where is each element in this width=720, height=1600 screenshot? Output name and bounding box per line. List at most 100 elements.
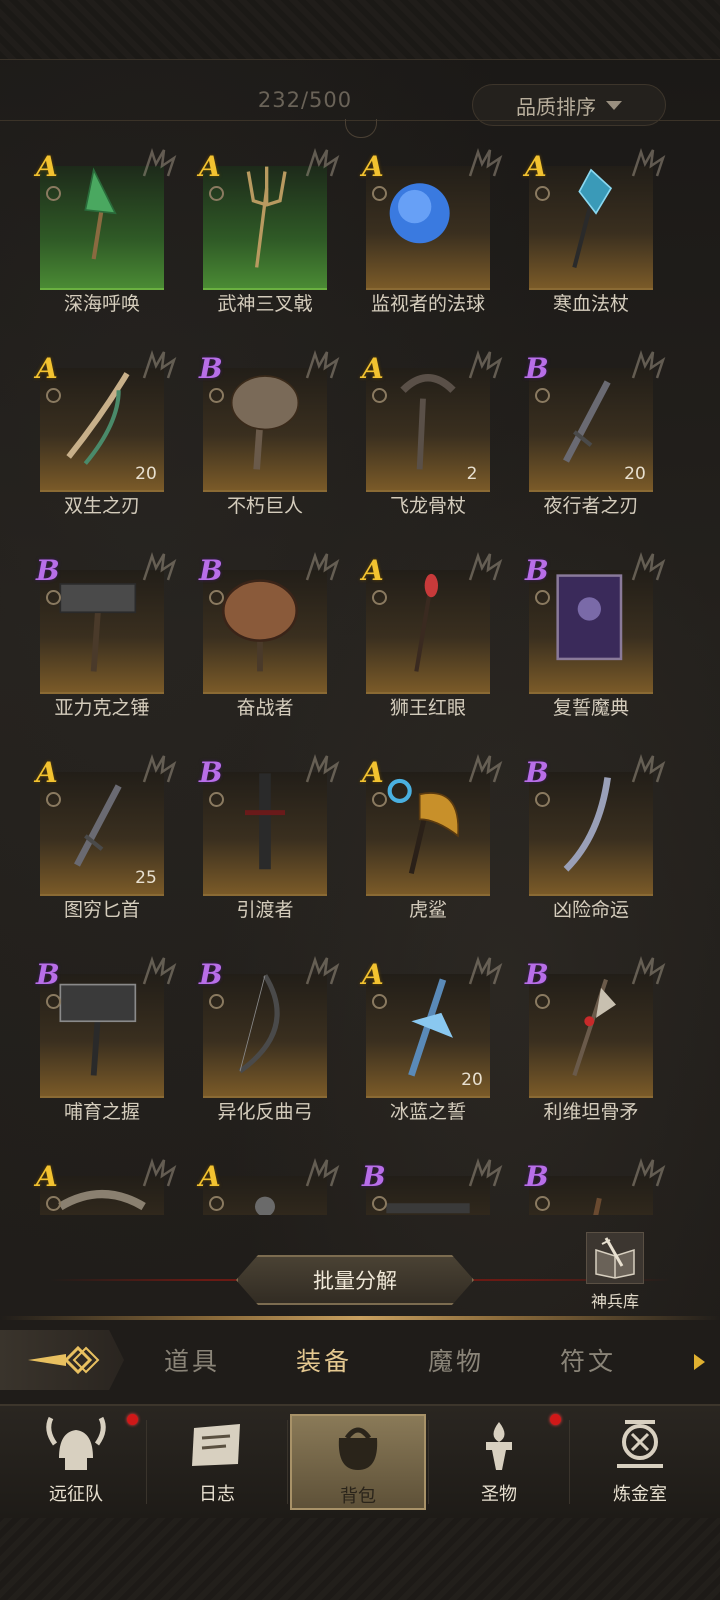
equipment-item[interactable]: B 奋战者 xyxy=(195,546,340,719)
equipment-item[interactable]: A 狮王红眼 xyxy=(358,546,503,719)
equipment-item[interactable]: A 20 冰蓝之誓 xyxy=(358,950,503,1123)
set-emblem-icon xyxy=(468,956,503,985)
grade-badge: B xyxy=(199,958,223,991)
equipment-item[interactable]: A 寒血法杖 xyxy=(521,142,666,315)
tab-next-arrow-icon[interactable] xyxy=(694,1354,705,1370)
lock-toggle-icon[interactable] xyxy=(209,1196,224,1211)
set-emblem-icon xyxy=(631,956,666,985)
lock-toggle-icon[interactable] xyxy=(372,1196,387,1211)
set-emblem-icon xyxy=(305,350,340,379)
lock-toggle-icon[interactable] xyxy=(209,590,224,605)
lock-toggle-icon[interactable] xyxy=(372,388,387,403)
lock-toggle-icon[interactable] xyxy=(535,590,550,605)
equipment-item[interactable]: B 亚力克之锤 xyxy=(32,546,177,719)
lock-toggle-icon[interactable] xyxy=(209,186,224,201)
equipment-item[interactable]: A 监视者的法球 xyxy=(358,142,503,315)
lock-toggle-icon[interactable] xyxy=(372,792,387,807)
tab-equipment[interactable]: 装备 xyxy=(296,1342,352,1378)
sort-label: 品质排序 xyxy=(516,94,596,119)
bottom-decoration-band xyxy=(0,1518,720,1600)
nav-item[interactable]: 背包 xyxy=(290,1414,426,1510)
tab-runes[interactable]: 符文 xyxy=(560,1342,616,1378)
category-tab-bar: 道具 装备 魔物 符文 xyxy=(0,1320,720,1404)
armory-button[interactable]: 神兵库 xyxy=(578,1232,652,1316)
lock-toggle-icon[interactable] xyxy=(372,186,387,201)
equipment-item[interactable]: B 异化反曲弓 xyxy=(195,950,340,1123)
nav-item[interactable]: 圣物 xyxy=(431,1414,567,1510)
nav-item-label: 圣物 xyxy=(481,1484,517,1505)
grade-badge: B xyxy=(199,756,223,789)
item-name: 双生之刃 xyxy=(63,495,140,517)
lock-toggle-icon[interactable] xyxy=(46,388,61,403)
equipment-item[interactable]: B 凶险命运 xyxy=(521,748,666,921)
tab-back-button[interactable] xyxy=(0,1330,124,1390)
tome-icon xyxy=(556,574,623,661)
staff-icon xyxy=(593,1197,602,1215)
equipment-item[interactable]: A xyxy=(195,1152,340,1215)
ice-staff-icon xyxy=(572,168,613,268)
lock-toggle-icon[interactable] xyxy=(46,994,61,1009)
stack-count-badge: 20 xyxy=(617,456,653,492)
bulk-dismantle-button[interactable]: 批量分解 xyxy=(236,1255,474,1305)
bag-icon xyxy=(338,1427,378,1470)
nav-item[interactable]: 日志 xyxy=(149,1414,285,1510)
header-divider xyxy=(0,119,720,140)
item-name: 异化反曲弓 xyxy=(217,1101,313,1123)
torch-icon xyxy=(486,1422,512,1470)
notification-dot xyxy=(127,1414,138,1425)
set-emblem-icon xyxy=(468,552,503,581)
lock-toggle-icon[interactable] xyxy=(209,994,224,1009)
lock-toggle-icon[interactable] xyxy=(46,1196,61,1211)
set-emblem-icon xyxy=(468,1158,503,1187)
equipment-item[interactable]: A 2 飞龙骨杖 xyxy=(358,344,503,517)
lock-toggle-icon[interactable] xyxy=(209,388,224,403)
lock-toggle-icon[interactable] xyxy=(535,186,550,201)
lock-toggle-icon[interactable] xyxy=(535,388,550,403)
equipment-item[interactable]: B 哺育之握 xyxy=(32,950,177,1123)
battle-axe-icon xyxy=(222,579,298,672)
lock-toggle-icon[interactable] xyxy=(372,994,387,1009)
item-name: 引渡者 xyxy=(236,899,294,921)
equipment-item[interactable]: A 20 双生之刃 xyxy=(32,344,177,517)
item-name: 哺育之握 xyxy=(63,1101,140,1123)
axe-icon xyxy=(387,778,460,874)
equipment-item[interactable]: A 深海呼唤 xyxy=(32,142,177,315)
bulk-dismantle-label: 批量分解 xyxy=(313,1269,397,1293)
lock-toggle-icon[interactable] xyxy=(372,590,387,605)
equipment-item[interactable]: B xyxy=(358,1152,503,1215)
mace-icon xyxy=(255,1196,275,1215)
lock-toggle-icon[interactable] xyxy=(535,994,550,1009)
lock-toggle-icon[interactable] xyxy=(535,1196,550,1211)
equipment-item[interactable]: B 复誓魔典 xyxy=(521,546,666,719)
nav-item[interactable]: 远征队 xyxy=(8,1414,144,1510)
equipment-item[interactable]: B xyxy=(521,1152,666,1215)
set-emblem-icon xyxy=(142,350,177,379)
grade-badge: A xyxy=(362,756,384,789)
lock-toggle-icon[interactable] xyxy=(46,792,61,807)
set-emblem-icon xyxy=(305,956,340,985)
equipment-item[interactable]: B 20 夜行者之刃 xyxy=(521,344,666,517)
equipment-item[interactable]: A xyxy=(32,1152,177,1215)
set-emblem-icon xyxy=(305,552,340,581)
nav-item[interactable]: 炼金室 xyxy=(572,1414,708,1510)
set-emblem-icon xyxy=(142,1158,177,1187)
lock-toggle-icon[interactable] xyxy=(535,792,550,807)
tab-items[interactable]: 道具 xyxy=(164,1342,220,1378)
equipment-item[interactable]: B 利维坦骨矛 xyxy=(521,950,666,1123)
lock-toggle-icon[interactable] xyxy=(209,792,224,807)
equipment-item[interactable]: B 引渡者 xyxy=(195,748,340,921)
item-name: 飞龙骨杖 xyxy=(389,495,466,517)
equipment-item[interactable]: B 不朽巨人 xyxy=(195,344,340,517)
lock-toggle-icon[interactable] xyxy=(46,186,61,201)
lock-toggle-icon[interactable] xyxy=(46,590,61,605)
nav-separator xyxy=(569,1420,570,1504)
equipment-item[interactable]: A 25 图穷匕首 xyxy=(32,748,177,921)
equipment-item[interactable]: A 虎鲨 xyxy=(358,748,503,921)
equipment-item[interactable]: A 武神三叉戟 xyxy=(195,142,340,315)
nav-item-label: 炼金室 xyxy=(613,1484,667,1505)
item-name: 图穷匕首 xyxy=(63,899,140,921)
item-name: 虎鲨 xyxy=(408,899,447,921)
spear-icon xyxy=(572,978,616,1077)
set-emblem-icon xyxy=(142,148,177,177)
tab-monsters[interactable]: 魔物 xyxy=(428,1342,484,1378)
